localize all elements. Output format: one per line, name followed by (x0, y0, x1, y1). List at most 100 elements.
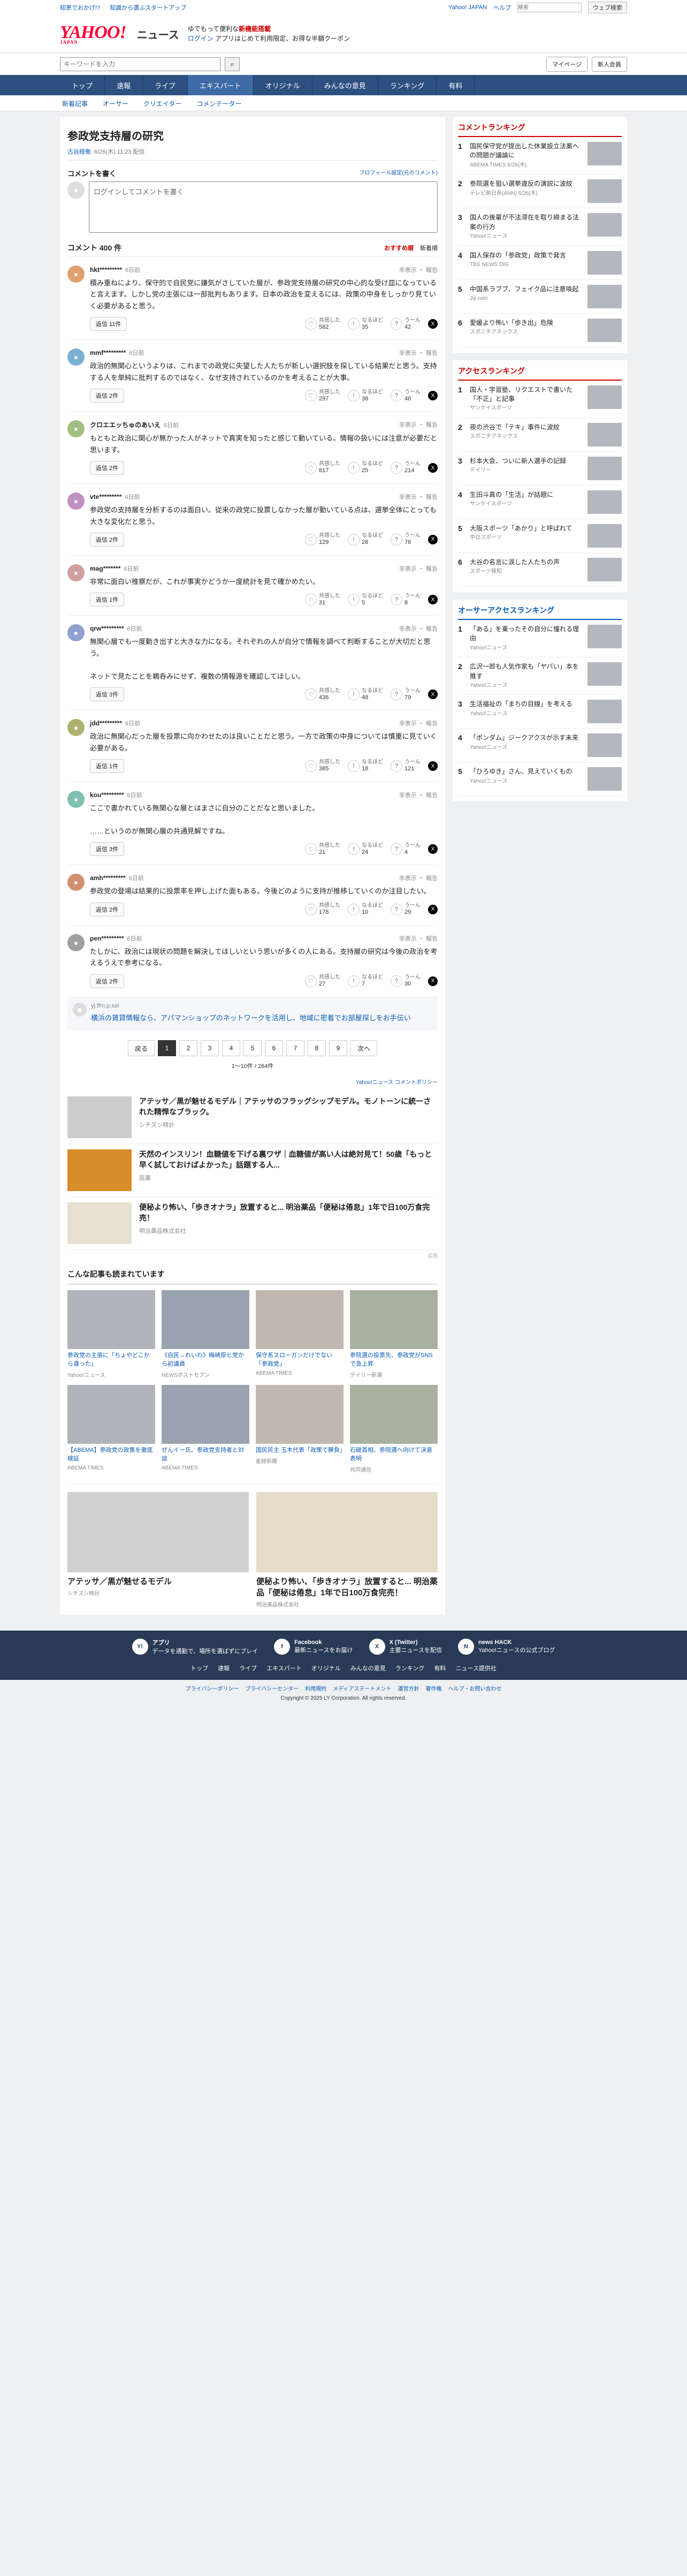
x-share-icon[interactable]: X (428, 904, 438, 914)
x-share-icon[interactable]: X (428, 391, 438, 401)
comment-user[interactable]: amh********* (90, 874, 126, 882)
x-share-icon[interactable]: X (428, 761, 438, 771)
bottom-ad[interactable]: 便秘より怖い、「歩きオナラ」放置すると... 明治薬品「便秘は倦怠」1年で日10… (256, 1491, 438, 1608)
rank-title[interactable]: 杉本大会、ついに新人選手の記録 (470, 457, 566, 465)
recommended-title[interactable]: 参院選の投票先、参政党がSNSで急上昇 (350, 1352, 438, 1369)
tab-flash[interactable]: 速報 (105, 75, 143, 95)
hmm-button[interactable]: ? うーん 4 (391, 843, 421, 856)
bottom-link[interactable]: プライバシーセンター (245, 1684, 299, 1692)
page-7[interactable]: 7 (286, 1040, 304, 1057)
tab-ranking[interactable]: ランキング (378, 75, 437, 95)
ranking-item[interactable]: 5 大阪スポーツ「あかり」と呼ばれて 中日スポーツ (458, 519, 622, 553)
header-message[interactable]: ゆでもって便利な新機能搭載 ログイン アプリはじめて利用限定、お得な半額クーポン (188, 24, 350, 43)
rank-title[interactable]: 大阪スポーツ「あかり」と呼ばれて (470, 525, 572, 532)
page-2[interactable]: 2 (179, 1040, 197, 1057)
page-8[interactable]: 8 (308, 1040, 326, 1057)
web-search-button[interactable]: ウェブ検索 (588, 2, 627, 13)
recommended-title[interactable]: 国民民主 玉木代表「政策で勝負」 (256, 1446, 346, 1455)
subnav-commentator[interactable]: コメンテーター (196, 99, 241, 108)
search-icon[interactable]: ⌕ (225, 57, 240, 71)
hmm-button[interactable]: ? うーん 42 (391, 317, 421, 331)
think-button[interactable]: ! なるほど 5 (348, 593, 383, 607)
footer-link[interactable]: みんなの意見 (350, 1664, 386, 1672)
footer-app-item[interactable]: f Facebook 最新ニュースをお届け (274, 1638, 353, 1655)
footer-link[interactable]: 速報 (218, 1664, 230, 1672)
promo-link-2[interactable]: 知識から選ぶスタートアップ (110, 3, 186, 12)
hmm-button[interactable]: ? うーん 29 (391, 903, 421, 916)
page-3[interactable]: 3 (201, 1040, 219, 1057)
ad-item[interactable]: 便秘より怖い、「歩きオナラ」放置すると... 明治薬品「便秘は倦怠」1年で日10… (67, 1197, 438, 1251)
agree-button[interactable]: ♡ 共感した 582 (305, 317, 340, 331)
report-link[interactable]: 非表示 ・ 報告 (399, 719, 438, 728)
hmm-button[interactable]: ? うーん 76 (391, 533, 421, 546)
bottom-link[interactable]: 運営方針 (398, 1684, 419, 1692)
comment-user[interactable]: vte********* (90, 493, 121, 501)
rank-title[interactable]: 国人・学習塾、リクエストで書いた「不正」と記事 (470, 386, 572, 403)
comment-user[interactable]: hkt********* (90, 266, 122, 274)
reply-button[interactable]: 返信 1件 (90, 593, 125, 607)
rank-title[interactable]: 参院選を狙い選挙違反の演説に波紋 (470, 180, 572, 187)
comment-user[interactable]: mag******* (90, 565, 120, 572)
reply-button[interactable]: 返信 2件 (90, 389, 125, 403)
ranking-item[interactable]: 2 夜の渋谷で「テキ」事件に波紋 スポニチアネックス (458, 418, 622, 452)
recommended-item[interactable]: ぜんイー氏、参政党支持者と対談 ABEMA TIMES (162, 1384, 249, 1473)
ranking-item[interactable]: 4 「ポンダム」ジークアクスが示す未来 Yahoo!ニュース (458, 729, 622, 763)
ranking-item[interactable]: 6 大谷の名言に涙した人たちの声 スポーツ報知 (458, 553, 622, 587)
sponsored-comment[interactable]: ■ yj.ffm.p.sal 横浜の賃貸情報なら、アパマンショップのネットワーク… (67, 997, 438, 1030)
footer-link[interactable]: オリジナル (311, 1664, 341, 1672)
agree-button[interactable]: ♡ 共感した 129 (305, 533, 340, 546)
bottom-link[interactable]: 著作権 (425, 1684, 441, 1692)
report-link[interactable]: 非表示 ・ 報告 (399, 420, 438, 429)
report-link[interactable]: 非表示 ・ 報告 (399, 266, 438, 274)
bottom-link[interactable]: プライバシーポリシー (186, 1684, 239, 1692)
reply-button[interactable]: 返信 2件 (90, 902, 125, 916)
page-1[interactable]: 1 (158, 1040, 176, 1057)
yahoo-logo[interactable]: YAHOO! JAPAN (60, 22, 127, 45)
comment-user[interactable]: kou********* (90, 791, 124, 799)
reply-button[interactable]: 返信 11件 (90, 317, 127, 331)
reply-button[interactable]: 返信 3件 (90, 687, 125, 702)
ad-item[interactable]: 天然のインスリン！血糖値を下げる裏ワザ｜血糖値が高い人は絶対見て！50歳「もっと… (67, 1144, 438, 1198)
ranking-item[interactable]: 2 参院選を狙い選挙違反の演説に波紋 テレビ朝日系(ANN) 6/26(木) (458, 175, 622, 209)
ranking-item[interactable]: 1 国民保守党が提出した休業設立法案への問題が議論に ABEMA TIMES 6/2… (458, 137, 622, 175)
subnav-author[interactable]: オーサー (103, 99, 128, 108)
login-link[interactable]: ログイン (188, 35, 213, 42)
recommended-item[interactable]: 《自民→れいわ》梅崎原ヒ党から初議員 NEWSポストセブン (162, 1290, 249, 1378)
bottom-link[interactable]: ヘルプ・お問い合わせ (448, 1684, 501, 1692)
footer-link[interactable]: 有料 (434, 1664, 446, 1672)
recommended-item[interactable]: 参院選の投票先、参政党がSNSで急上昇 デイリー新潮 (350, 1290, 438, 1378)
author-link[interactable]: 古谷経衡 (67, 149, 91, 155)
signup-button[interactable]: 新人会員 (592, 57, 627, 72)
page-5[interactable]: 5 (243, 1040, 262, 1057)
ranking-item[interactable]: 1 「ある」を乗ったその自分に憧れる理由 Yahoo!ニュース (458, 620, 622, 658)
page-4[interactable]: 4 (222, 1040, 240, 1057)
sponsor-text[interactable]: 横浜の賃貸情報なら、アパマンショップのネットワークを活用し、地域に密着でお部屋探… (91, 1012, 432, 1024)
rank-title[interactable]: 「ひろゆき」さん、見えていくもの (470, 768, 572, 775)
footer-link[interactable]: トップ (190, 1664, 208, 1672)
prev-button[interactable]: 戻る (128, 1040, 155, 1057)
ad-item[interactable]: アテッサ／黒が魅せるモデル｜アテッサのフラッグシップモデル。モノトーンに統一され… (67, 1091, 438, 1145)
ranking-item[interactable]: 5 中国系ラブブ、フェイク品に注意喚起 Jiji.com (458, 280, 622, 314)
hmm-button[interactable]: ? うーん 8 (391, 593, 421, 607)
rank-title[interactable]: 「ある」を乗ったその自分に憧れる理由 (470, 625, 579, 642)
reply-button[interactable]: 返信 1件 (90, 759, 125, 773)
agree-button[interactable]: ♡ 共感した 21 (305, 843, 340, 856)
agree-button[interactable]: ♡ 共感した 31 (305, 593, 340, 607)
agree-button[interactable]: ♡ 共感した 297 (305, 389, 340, 403)
sort-newest[interactable]: 新着順 (420, 244, 438, 252)
subnav-creator[interactable]: クリエイター (143, 99, 182, 108)
page-9[interactable]: 9 (329, 1040, 347, 1057)
ranking-item[interactable]: 4 国人保存の「参政党」政策で発言 TBS NEWS DIG (458, 246, 622, 280)
ranking-item[interactable]: 3 杉本大会、ついに新人選手の記録 デイリー (458, 452, 622, 486)
report-link[interactable]: 非表示 ・ 報告 (399, 493, 438, 501)
comment-user[interactable]: pen********* (90, 935, 124, 942)
comment-user[interactable]: qrw********* (90, 625, 124, 632)
agree-button[interactable]: ♡ 共感した 178 (305, 903, 340, 916)
x-share-icon[interactable]: X (428, 534, 438, 544)
bottom-ad[interactable]: アテッサ／黒が魅せるモデル シチズン時計 (67, 1491, 249, 1608)
think-button[interactable]: ! なるほど 28 (348, 533, 383, 546)
footer-link[interactable]: ニュース提供社 (455, 1664, 496, 1672)
bottom-link[interactable]: 利用規約 (305, 1684, 326, 1692)
recommended-title[interactable]: 保守系スローガンだけでない「参政党」 (256, 1352, 344, 1369)
x-share-icon[interactable]: X (428, 690, 438, 700)
